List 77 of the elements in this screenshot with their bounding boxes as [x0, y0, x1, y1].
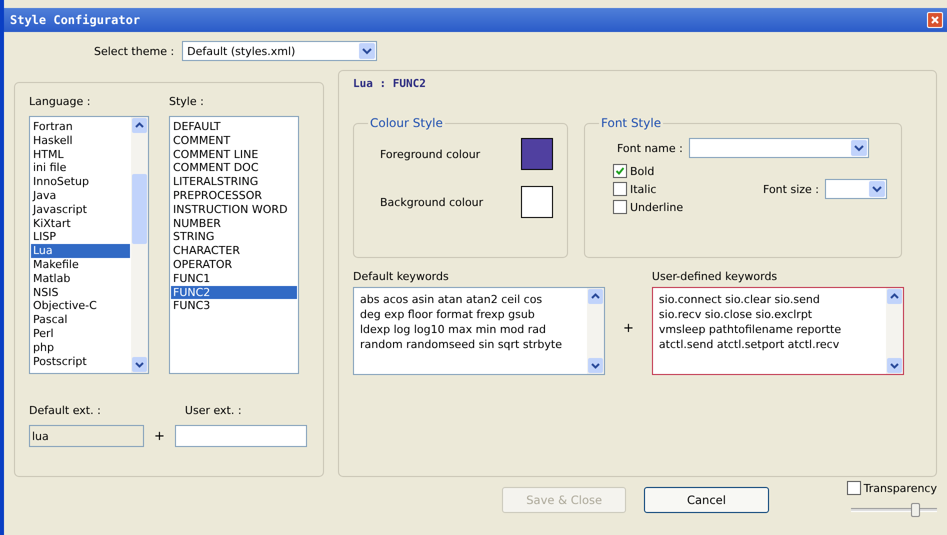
list-item[interactable]: Java — [31, 188, 130, 203]
font-size-dropdown[interactable] — [825, 179, 887, 199]
plus-sign: + — [623, 320, 634, 338]
list-item[interactable]: FUNC2 — [171, 286, 297, 300]
checkbox[interactable] — [613, 182, 627, 196]
list-item[interactable]: Javascript — [31, 202, 130, 217]
list-item[interactable]: php — [31, 340, 130, 355]
style-heading: Lua : FUNC2 — [353, 77, 427, 90]
theme-dropdown[interactable]: Default (styles.xml) — [182, 41, 378, 61]
list-item[interactable]: OPERATOR — [171, 258, 297, 272]
list-item[interactable]: Fortran — [31, 120, 130, 134]
window-title: Style Configurator — [10, 13, 140, 27]
list-item[interactable]: DEFAULT — [171, 120, 297, 134]
list-item[interactable]: Matlab — [31, 272, 130, 286]
list-item[interactable]: LITERALSTRING — [171, 175, 297, 189]
checkbox[interactable] — [846, 481, 861, 495]
list-item[interactable]: FUNC1 — [171, 272, 297, 286]
list-item[interactable]: Objective-C — [31, 299, 130, 314]
default-keywords-box[interactable]: abs acos asin atan atan2 ceil cos deg exp floor format frexp gsub ldexp log log10 max min mod rad random randomseed sin sqrt strbyte — [353, 287, 605, 375]
style-label: Style : — [169, 95, 205, 108]
background-label: Background colour — [380, 196, 484, 208]
list-item[interactable]: COMMENT — [171, 134, 297, 148]
list-item[interactable]: InnoSetup — [31, 175, 130, 189]
user-ext-field[interactable] — [174, 425, 307, 447]
plus-sign: + — [154, 429, 165, 446]
user-keywords-label: User-defined keywords — [652, 270, 778, 283]
checkbox-label: Bold — [630, 164, 654, 178]
keywords-text: sio.connect sio.clear sio.send sio.recv sio.close sio.exclrpt vmsleep pathtofilename reportte atctl.send atctl.setport atctl.recv — [658, 292, 842, 353]
font-name-label: Font name : — [617, 142, 683, 154]
list-item[interactable]: LISP — [31, 230, 130, 244]
scroll-down-icon[interactable] — [588, 358, 603, 373]
keywords-text: abs acos asin atan atan2 ceil cos deg exp floor format frexp gsub ldexp log log10 max min mod rad random randomseed sin sqrt strbyte — [359, 292, 564, 353]
list-item[interactable]: INSTRUCTION WORD — [171, 202, 297, 217]
list-item[interactable]: ini file — [31, 161, 130, 176]
list-item[interactable]: COMMENT LINE — [171, 148, 297, 162]
checkbox[interactable] — [613, 164, 627, 178]
checkbox-label: Italic — [630, 182, 656, 196]
group-title: Font Style — [600, 116, 662, 130]
foreground-label: Foreground colour — [380, 148, 480, 160]
list-item[interactable]: FUNC3 — [171, 299, 297, 314]
list-item[interactable]: Pascal — [31, 313, 130, 327]
list-item[interactable]: KiXtart — [31, 216, 130, 230]
user-keywords-box[interactable]: sio.connect sio.clear sio.send sio.recv sio.close sio.exclrpt vmsleep pathtofilename reportte atctl.send atctl.setport atctl.recv — [652, 287, 904, 375]
checkbox[interactable] — [613, 200, 627, 214]
checkbox-label: Underline — [630, 200, 684, 214]
theme-label: Select theme : — [94, 44, 174, 58]
default-ext-label: Default ext. : — [29, 404, 102, 417]
list-item[interactable]: Postscript — [31, 354, 130, 368]
colour-swatch[interactable] — [521, 186, 553, 218]
list-item[interactable]: Perl — [31, 326, 130, 341]
user-ext-label: User ext. : — [184, 404, 243, 417]
default-ext-field[interactable]: lua — [29, 425, 144, 447]
transparency-label: Transparency — [864, 482, 937, 494]
list-item[interactable]: COMMENT DOC — [171, 161, 297, 176]
list-item[interactable]: CHARACTER — [171, 244, 297, 258]
scroll-thumb[interactable] — [132, 174, 147, 244]
font-size-label: Font size : — [763, 182, 819, 196]
list-item[interactable]: NSIS — [31, 286, 130, 300]
dialog-button[interactable]: Cancel — [644, 487, 769, 513]
group-title: Colour Style — [369, 116, 444, 130]
close-icon[interactable] — [927, 12, 943, 28]
scroll-up-icon[interactable] — [588, 289, 603, 304]
language-label: Language : — [29, 95, 92, 108]
scroll-down-icon[interactable] — [132, 357, 147, 372]
list-item[interactable]: Haskell — [31, 134, 130, 148]
list-item[interactable]: Makefile — [31, 258, 130, 272]
slider-thumb[interactable] — [911, 503, 920, 517]
list-item[interactable]: HTML — [31, 148, 130, 162]
list-item[interactable]: Lua — [31, 244, 130, 258]
default-keywords-label: Default keywords — [353, 270, 450, 283]
scroll-up-icon[interactable] — [132, 118, 147, 133]
list-item[interactable]: NUMBER — [171, 216, 297, 230]
list-item[interactable]: STRING — [171, 230, 297, 244]
scroll-up-icon[interactable] — [886, 289, 902, 304]
scroll-down-icon[interactable] — [886, 358, 902, 373]
colour-swatch[interactable] — [521, 138, 553, 170]
list-item[interactable]: PREPROCESSOR — [171, 188, 297, 203]
